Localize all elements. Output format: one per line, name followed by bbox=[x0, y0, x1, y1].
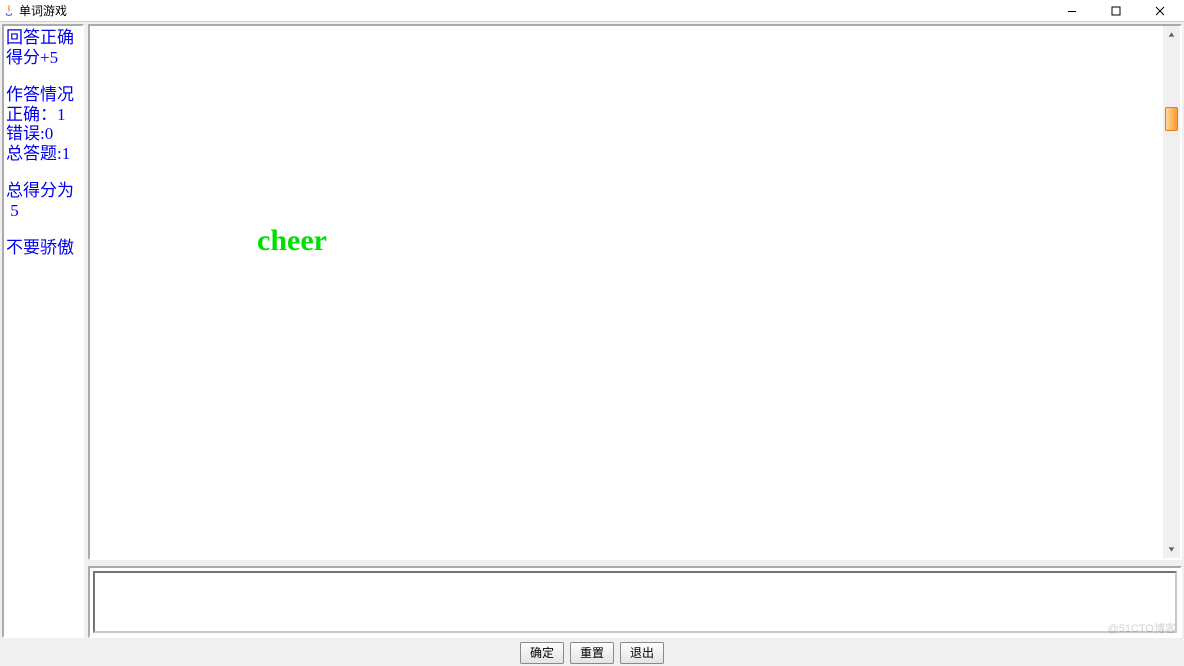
ok-button[interactable]: 确定 bbox=[520, 642, 564, 664]
word-canvas: cheer bbox=[88, 24, 1182, 560]
answer-input[interactable] bbox=[93, 571, 1177, 633]
app-window: 单词游戏 回答正确 得分+5 作答情况 正确：1 错误:0 总答题:1 总得分为… bbox=[0, 0, 1184, 666]
scroll-track[interactable] bbox=[1163, 43, 1180, 541]
status-sidebar: 回答正确 得分+5 作答情况 正确：1 错误:0 总答题:1 总得分为 5 不要… bbox=[2, 24, 84, 638]
scroll-down-arrow[interactable] bbox=[1163, 541, 1180, 558]
minimize-button[interactable] bbox=[1050, 0, 1094, 21]
scroll-thumb[interactable] bbox=[1165, 107, 1178, 131]
reset-button[interactable]: 重置 bbox=[570, 642, 614, 664]
falling-word: cheer bbox=[257, 224, 327, 258]
window-controls bbox=[1050, 0, 1182, 21]
right-column: cheer bbox=[88, 24, 1182, 638]
close-button[interactable] bbox=[1138, 0, 1182, 21]
wrong-count: 错误:0 bbox=[6, 124, 53, 143]
correct-count: 正确：1 bbox=[6, 105, 66, 124]
titlebar: 单词游戏 bbox=[0, 0, 1184, 22]
result-block: 回答正确 得分+5 bbox=[6, 28, 80, 67]
remark-block: 不要骄傲 bbox=[6, 238, 80, 258]
total-score-label: 总得分为 bbox=[6, 181, 74, 200]
maximize-button[interactable] bbox=[1094, 0, 1138, 21]
button-bar: 确定 重置 退出 bbox=[0, 638, 1184, 666]
scroll-up-arrow[interactable] bbox=[1163, 26, 1180, 43]
total-score-block: 总得分为 5 bbox=[6, 181, 80, 220]
java-icon bbox=[2, 4, 16, 18]
vertical-scrollbar[interactable] bbox=[1163, 26, 1180, 558]
window-title: 单词游戏 bbox=[19, 2, 67, 19]
total-count: 总答题:1 bbox=[6, 144, 70, 163]
stats-block: 作答情况 正确：1 错误:0 总答题:1 bbox=[6, 85, 80, 163]
score-delta: 得分+5 bbox=[6, 48, 58, 67]
answer-input-panel bbox=[88, 566, 1182, 638]
result-line: 回答正确 bbox=[6, 28, 74, 47]
client-area: 回答正确 得分+5 作答情况 正确：1 错误:0 总答题:1 总得分为 5 不要… bbox=[0, 22, 1184, 638]
exit-button[interactable]: 退出 bbox=[620, 642, 664, 664]
total-score-value: 5 bbox=[6, 201, 19, 220]
remark-text: 不要骄傲 bbox=[6, 238, 74, 257]
stats-header: 作答情况 bbox=[6, 85, 74, 104]
